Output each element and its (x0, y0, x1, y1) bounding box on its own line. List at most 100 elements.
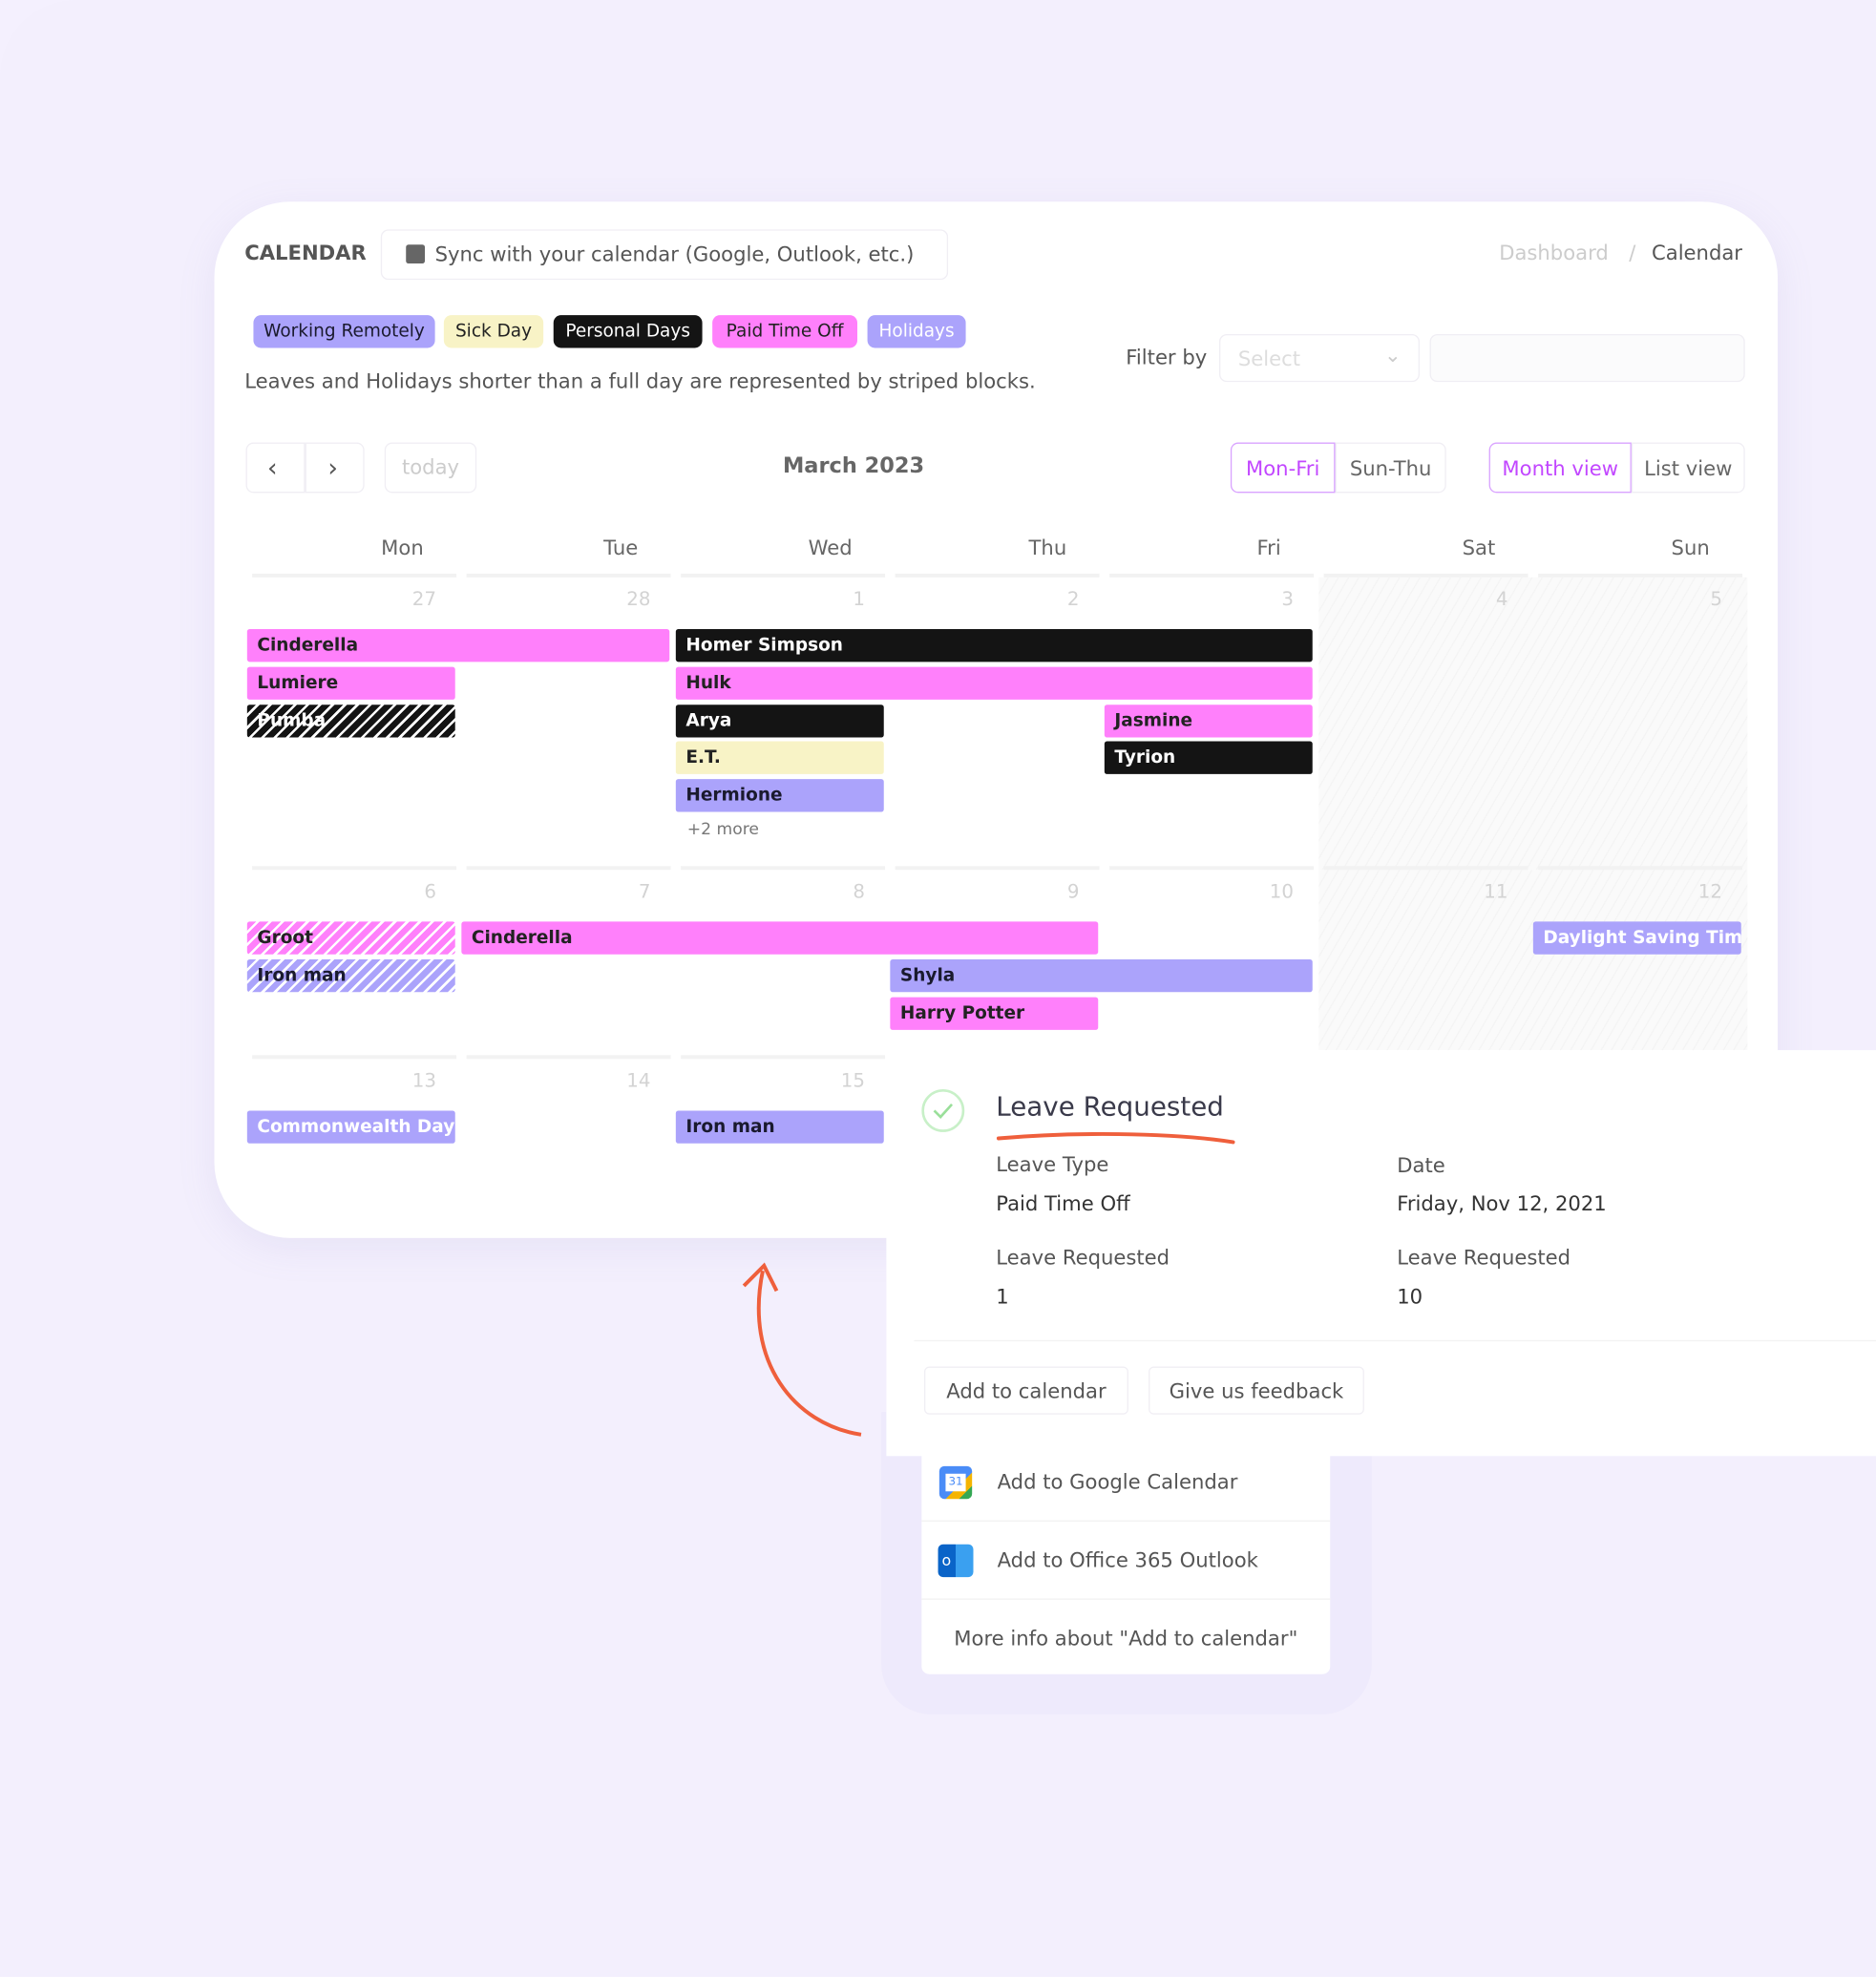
date-number[interactable]: 6 (247, 880, 436, 903)
field-value: 1 (996, 1284, 1009, 1309)
menu-item-outlook[interactable]: o Add to Office 365 Outlook (921, 1522, 1331, 1600)
day-header-wed: Wed (808, 536, 853, 560)
date-number[interactable]: 12 (1533, 880, 1722, 903)
list-view-toggle[interactable]: List view (1631, 442, 1745, 494)
legend-chip-personal-days[interactable]: Personal Days (553, 315, 703, 348)
page-title: CALENDAR (244, 241, 367, 265)
week-divider (1538, 573, 1743, 578)
week-divider (681, 1055, 886, 1060)
week-divider (895, 573, 1100, 578)
field-value: Paid Time Off (996, 1190, 1130, 1216)
calendar-icon (406, 244, 426, 264)
date-number[interactable]: 4 (1318, 587, 1508, 610)
date-number[interactable]: 10 (1105, 880, 1294, 903)
weekend-shade (1318, 577, 1748, 871)
date-number[interactable]: 8 (676, 880, 865, 903)
chevron-right-icon: › (327, 452, 338, 483)
date-number[interactable]: 3 (1105, 587, 1294, 610)
calendar-event[interactable]: Tyrion (1104, 742, 1313, 775)
calendar-event[interactable]: E.T. (675, 742, 884, 775)
sync-label: Sync with your calendar (Google, Outlook… (434, 242, 915, 266)
legend-chip-sick-day[interactable]: Sick Day (443, 315, 544, 348)
date-number[interactable]: 9 (890, 880, 1080, 903)
date-number[interactable]: 11 (1318, 880, 1507, 903)
mon-fri-toggle[interactable]: Mon-Fri (1230, 442, 1336, 494)
week-divider (466, 866, 671, 871)
more-events-link[interactable]: +2 more (687, 821, 759, 840)
week-divider (895, 866, 1100, 871)
chevron-left-icon: ‹ (266, 452, 278, 483)
week-divider (252, 1055, 457, 1060)
date-number[interactable]: 13 (247, 1069, 436, 1092)
sync-calendar-button[interactable]: Sync with your calendar (Google, Outlook… (380, 229, 949, 281)
page: CALENDAR Sync with your calendar (Google… (0, 0, 1876, 1977)
legend-chip-working-remotely[interactable]: Working Remotely (253, 315, 435, 348)
date-number[interactable]: 2 (890, 587, 1080, 610)
calendar-event[interactable]: Arya (675, 704, 884, 738)
filter-placeholder: Select (1237, 347, 1301, 371)
legend-chip-paid-time-off[interactable]: Paid Time Off (712, 315, 858, 348)
day-header-thu: Thu (1028, 536, 1067, 560)
calendar-event[interactable]: Jasmine (1104, 704, 1313, 738)
date-number[interactable]: 28 (461, 587, 650, 610)
date-number[interactable]: 15 (676, 1069, 865, 1092)
next-month-button[interactable]: › (305, 442, 365, 494)
prev-month-button[interactable]: ‹ (245, 442, 306, 494)
calendar-event[interactable]: Hulk (675, 666, 1313, 700)
filter-search-input[interactable] (1429, 333, 1745, 383)
day-header-tue: Tue (603, 536, 639, 560)
day-header-sun: Sun (1671, 536, 1710, 560)
day-header-sat: Sat (1462, 536, 1496, 560)
week-divider (1538, 866, 1743, 871)
field-label: Leave Requested (1397, 1245, 1571, 1270)
date-number[interactable]: 27 (247, 587, 436, 610)
calendar-event[interactable]: Cinderella (461, 921, 1099, 955)
week-divider (466, 1055, 671, 1060)
check-circle-icon (921, 1088, 965, 1132)
give-feedback-button[interactable]: Give us feedback (1149, 1366, 1364, 1415)
chevron-down-icon: ⌄ (1384, 343, 1402, 368)
menu-item-more-info[interactable]: More info about "Add to calendar" (921, 1600, 1330, 1678)
calendar-event[interactable]: Hermione (675, 779, 884, 812)
google-calendar-icon: 31 (938, 1465, 973, 1500)
day-header-fri: Fri (1256, 536, 1281, 560)
field-value: Friday, Nov 12, 2021 (1397, 1190, 1607, 1216)
legend-chip-holidays[interactable]: Holidays (867, 315, 966, 348)
date-number[interactable]: 1 (676, 587, 865, 610)
calendar-event[interactable]: Shyla (890, 958, 1313, 993)
calendar-event[interactable]: Commonwealth Day (Canada) (246, 1110, 455, 1144)
striped-note: Leaves and Holidays shorter than a full … (244, 368, 1036, 394)
date-number[interactable]: 5 (1533, 587, 1722, 610)
calendar-event[interactable]: Daylight Saving Time starts (1532, 921, 1741, 955)
calendar-event[interactable]: Groot (246, 921, 455, 955)
calendar-event[interactable]: Pumba (246, 704, 455, 738)
calendar-event[interactable]: Iron man (675, 1110, 884, 1144)
week-divider (1109, 866, 1315, 871)
calendar-event[interactable]: Cinderella (246, 628, 670, 663)
sun-thu-toggle[interactable]: Sun-Thu (1335, 442, 1446, 494)
filter-select[interactable]: Select ⌄ (1219, 333, 1420, 383)
week-divider (252, 866, 457, 871)
month-view-toggle[interactable]: Month view (1488, 442, 1632, 494)
field-label: Leave Requested (996, 1245, 1170, 1270)
calendar-event[interactable]: Homer Simpson (675, 628, 1313, 663)
calendar-event[interactable]: Harry Potter (890, 997, 1099, 1030)
add-to-calendar-menu: 31 Add to Google Calendar o Add to Offic… (921, 1443, 1331, 1674)
today-button[interactable]: today (384, 442, 477, 494)
date-number[interactable]: 14 (461, 1069, 650, 1092)
add-to-calendar-button[interactable]: Add to calendar (923, 1366, 1128, 1415)
divider (914, 1339, 1876, 1342)
pointer-arrow (742, 1262, 862, 1437)
breadcrumb-calendar: Calendar (1651, 241, 1743, 265)
field-label: Leave Type (996, 1152, 1109, 1177)
popup-title: Leave Requested (996, 1091, 1224, 1123)
menu-item-label: Add to Office 365 Outlook (997, 1547, 1258, 1572)
calendar-event[interactable]: Lumiere (246, 666, 455, 700)
calendar-event[interactable]: Iron man (246, 958, 455, 993)
breadcrumb-dashboard[interactable]: Dashboard (1499, 241, 1609, 264)
outlook-icon: o (938, 1544, 974, 1578)
field-value: 10 (1397, 1284, 1423, 1309)
month-title: March 2023 (782, 453, 925, 479)
week-divider (1323, 573, 1528, 578)
date-number[interactable]: 7 (461, 880, 651, 903)
